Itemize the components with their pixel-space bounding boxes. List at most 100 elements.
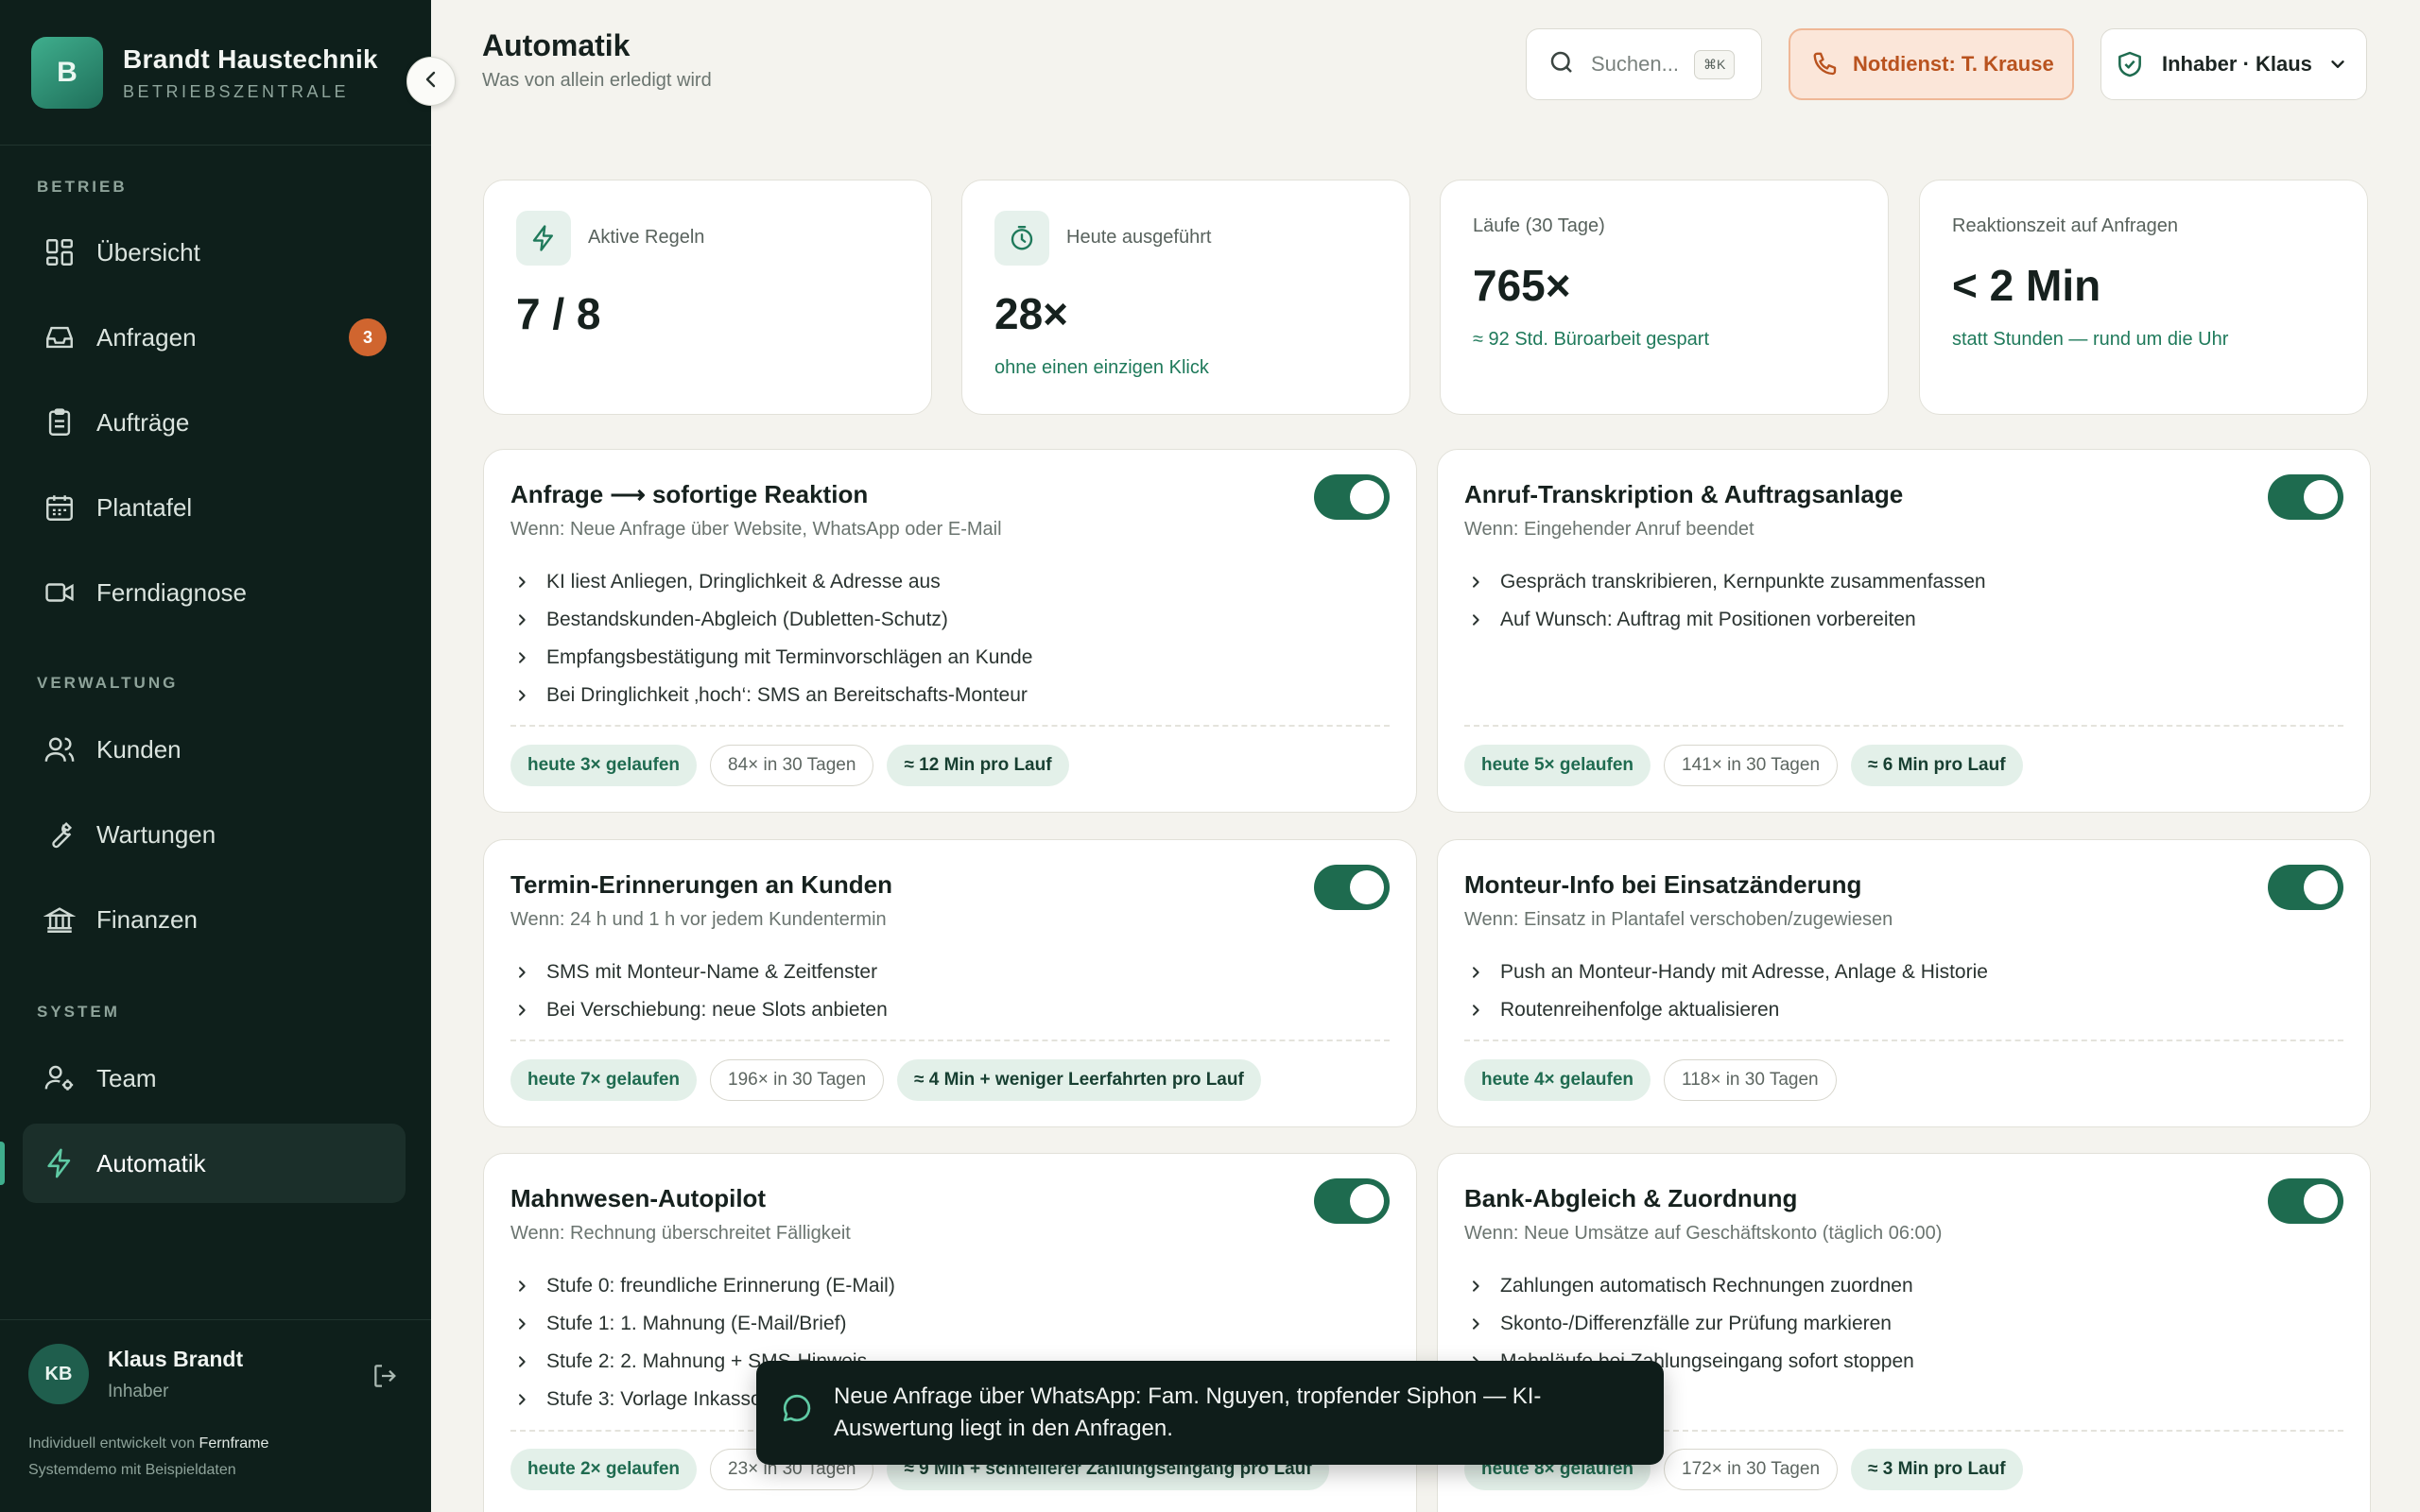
chip-today-runs: heute 7× gelaufen — [510, 1059, 698, 1101]
rule-stats: heute 5× gelaufen 141× in 30 Tagen ≈ 6 M… — [1464, 745, 2036, 786]
rule-step-text: Bestandskunden-Abgleich (Dubletten-Schut… — [546, 609, 948, 630]
rule-steps: Push an Monteur-Handy mit Adresse, Anlag… — [1464, 954, 1988, 1029]
toggle-knob — [1350, 480, 1384, 514]
sidebar: B Brandt Haustechnik BETRIEBSZENTRALE BE… — [0, 0, 431, 1512]
rule-card-monteur-info: Monteur-Info bei Einsatzänderung Wenn: E… — [1437, 839, 2371, 1127]
rule-toggle[interactable] — [2268, 1178, 2343, 1224]
notdienst-label: Notdienst: T. Krause — [1853, 52, 2054, 76]
sidebar-item-finanzen[interactable]: Finanzen — [23, 880, 406, 959]
rule-stats: heute 4× gelaufen 118× in 30 Tagen — [1464, 1059, 1850, 1101]
rule-steps: SMS mit Monteur-Name & Zeitfenster Bei V… — [510, 954, 888, 1029]
rule-title: Bank-Abgleich & Zuordnung — [1464, 1184, 1798, 1212]
rule-step: Routenreihenfolge aktualisieren — [1464, 991, 1988, 1029]
rule-step: Stufe 0: freundliche Erinnerung (E-Mail) — [510, 1267, 895, 1305]
brand[interactable]: B Brandt Haustechnik BETRIEBSZENTRALE — [31, 37, 378, 109]
sidebar-item-wartungen[interactable]: Wartungen — [23, 795, 406, 874]
rule-condition: Wenn: 24 h und 1 h vor jedem Kundentermi… — [510, 909, 887, 930]
logout-button[interactable] — [367, 1359, 405, 1397]
rule-step: Bei Dringlichkeit ‚hoch‘: SMS an Bereits… — [510, 677, 1032, 714]
notification-toast[interactable]: Neue Anfrage über WhatsApp: Fam. Nguyen,… — [756, 1361, 1664, 1465]
rule-step-text: Stufe 0: freundliche Erinnerung (E-Mail) — [546, 1275, 895, 1297]
unread-count-badge: 3 — [349, 318, 387, 356]
section-label-verwaltung: VERWALTUNG — [37, 674, 179, 692]
sidebar-item-auftraege[interactable]: Aufträge — [23, 383, 406, 462]
sidebar-item-ferndiagnose[interactable]: Ferndiagnose — [23, 553, 406, 632]
chip-month-runs: 172× in 30 Tagen — [1664, 1449, 1839, 1490]
chip-time-saved: ≈ 6 Min pro Lauf — [1851, 745, 2023, 786]
sidebar-item-automatik[interactable]: Automatik — [23, 1124, 406, 1203]
chevron-right-icon — [510, 688, 546, 703]
rule-card-anruf-transkription: Anruf-Transkription & Auftragsanlage Wen… — [1437, 449, 2371, 813]
grid-icon — [42, 234, 78, 270]
toast-message: Neue Anfrage über WhatsApp: Fam. Nguyen,… — [834, 1383, 1542, 1441]
sidebar-item-label: Kunden — [96, 734, 182, 764]
phone-icon — [1813, 52, 1837, 76]
stat-card-active-rules: Aktive Regeln 7 / 8 — [483, 180, 932, 415]
rule-card-termin-erinnerungen: Termin-Erinnerungen an Kunden Wenn: 24 h… — [483, 839, 1417, 1127]
stat-value: 7 / 8 — [516, 289, 601, 338]
stat-value: < 2 Min — [1952, 261, 2101, 310]
stat-note: ohne einen einzigen Klick — [994, 357, 1209, 378]
rule-step-text: Skonto-/Differenzfälle zur Prüfung marki… — [1500, 1313, 1892, 1334]
chevron-left-icon — [420, 68, 442, 95]
rule-step: Empfangsbestätigung mit Terminvorschläge… — [510, 639, 1032, 677]
rule-step-text: Bei Dringlichkeit ‚hoch‘: SMS an Bereits… — [546, 684, 1028, 706]
chip-time-saved: ≈ 12 Min pro Lauf — [887, 745, 1069, 786]
rule-toggle[interactable] — [2268, 474, 2343, 520]
rule-step-text: Zahlungen automatisch Rechnungen zuordne… — [1500, 1275, 1913, 1297]
collapse-sidebar-button[interactable] — [406, 57, 456, 106]
credit-link[interactable]: Fernframe — [199, 1435, 269, 1452]
sidebar-item-uebersicht[interactable]: Übersicht — [23, 213, 406, 292]
rule-toggle[interactable] — [1314, 1178, 1390, 1224]
rule-step: Gespräch transkribieren, Kernpunkte zusa… — [1464, 563, 1986, 601]
user-cog-icon — [42, 1060, 78, 1096]
chevron-right-icon — [510, 612, 546, 627]
rule-toggle[interactable] — [1314, 865, 1390, 910]
user-profile[interactable]: KB Klaus Brandt Inhaber — [28, 1344, 243, 1404]
toggle-knob — [1350, 870, 1384, 904]
stat-card-response-time: Reaktionszeit auf Anfragen < 2 Min statt… — [1919, 180, 2368, 415]
sidebar-item-label: Aufträge — [96, 407, 190, 437]
sidebar-divider-bottom — [0, 1319, 431, 1320]
bolt-icon — [42, 1145, 78, 1181]
rule-step: Stufe 1: 1. Mahnung (E-Mail/Brief) — [510, 1305, 895, 1343]
chat-bubble-icon — [781, 1392, 813, 1434]
sidebar-item-plantafel[interactable]: Plantafel — [23, 468, 406, 547]
chevron-down-icon — [2331, 60, 2344, 68]
role-switcher[interactable]: Inhaber · Klaus — [2100, 28, 2367, 100]
stat-value: 765× — [1473, 261, 1571, 310]
stat-card-today: Heute ausgeführt 28× ohne einen einzigen… — [961, 180, 1410, 415]
rule-card-anfrage-reaktion: Anfrage ⟶ sofortige Reaktion Wenn: Neue … — [483, 449, 1417, 813]
sidebar-item-anfragen[interactable]: Anfragen 3 — [23, 298, 406, 377]
chevron-right-icon — [1464, 965, 1500, 980]
chip-month-runs: 196× in 30 Tagen — [710, 1059, 885, 1101]
rule-title: Termin-Erinnerungen an Kunden — [510, 870, 892, 899]
notdienst-button[interactable]: Notdienst: T. Krause — [1789, 28, 2074, 100]
rule-divider — [510, 725, 1390, 727]
avatar: KB — [28, 1344, 89, 1404]
rule-step: SMS mit Monteur-Name & Zeitfenster — [510, 954, 888, 991]
chip-month-runs: 141× in 30 Tagen — [1664, 745, 1839, 786]
sidebar-item-label: Team — [96, 1063, 157, 1092]
search-input[interactable]: Suchen... ⌘K — [1526, 28, 1762, 100]
inbox-icon — [42, 319, 78, 355]
rule-toggle[interactable] — [1314, 474, 1390, 520]
rule-divider — [1464, 725, 2343, 727]
chip-time-saved: ≈ 4 Min + weniger Leerfahrten pro Lauf — [897, 1059, 1261, 1101]
toggle-knob — [2304, 870, 2338, 904]
chevron-right-icon — [510, 965, 546, 980]
sidebar-divider — [0, 145, 431, 146]
rule-title: Anruf-Transkription & Auftragsanlage — [1464, 480, 1904, 508]
rule-step: Auf Wunsch: Auftrag mit Positionen vorbe… — [1464, 601, 1986, 639]
rule-step-text: Stufe 1: 1. Mahnung (E-Mail/Brief) — [546, 1313, 847, 1334]
brand-subtitle: BETRIEBSZENTRALE — [123, 81, 350, 101]
chevron-right-icon — [510, 1392, 546, 1407]
sidebar-item-label: Plantafel — [96, 492, 193, 522]
sidebar-item-label: Übersicht — [96, 237, 200, 266]
rule-step: KI liest Anliegen, Dringlichkeit & Adres… — [510, 563, 1032, 601]
sidebar-item-team[interactable]: Team — [23, 1039, 406, 1118]
calendar-icon — [42, 490, 78, 525]
sidebar-item-kunden[interactable]: Kunden — [23, 710, 406, 789]
rule-toggle[interactable] — [2268, 865, 2343, 910]
rule-stats: heute 7× gelaufen 196× in 30 Tagen ≈ 4 M… — [510, 1059, 1274, 1101]
